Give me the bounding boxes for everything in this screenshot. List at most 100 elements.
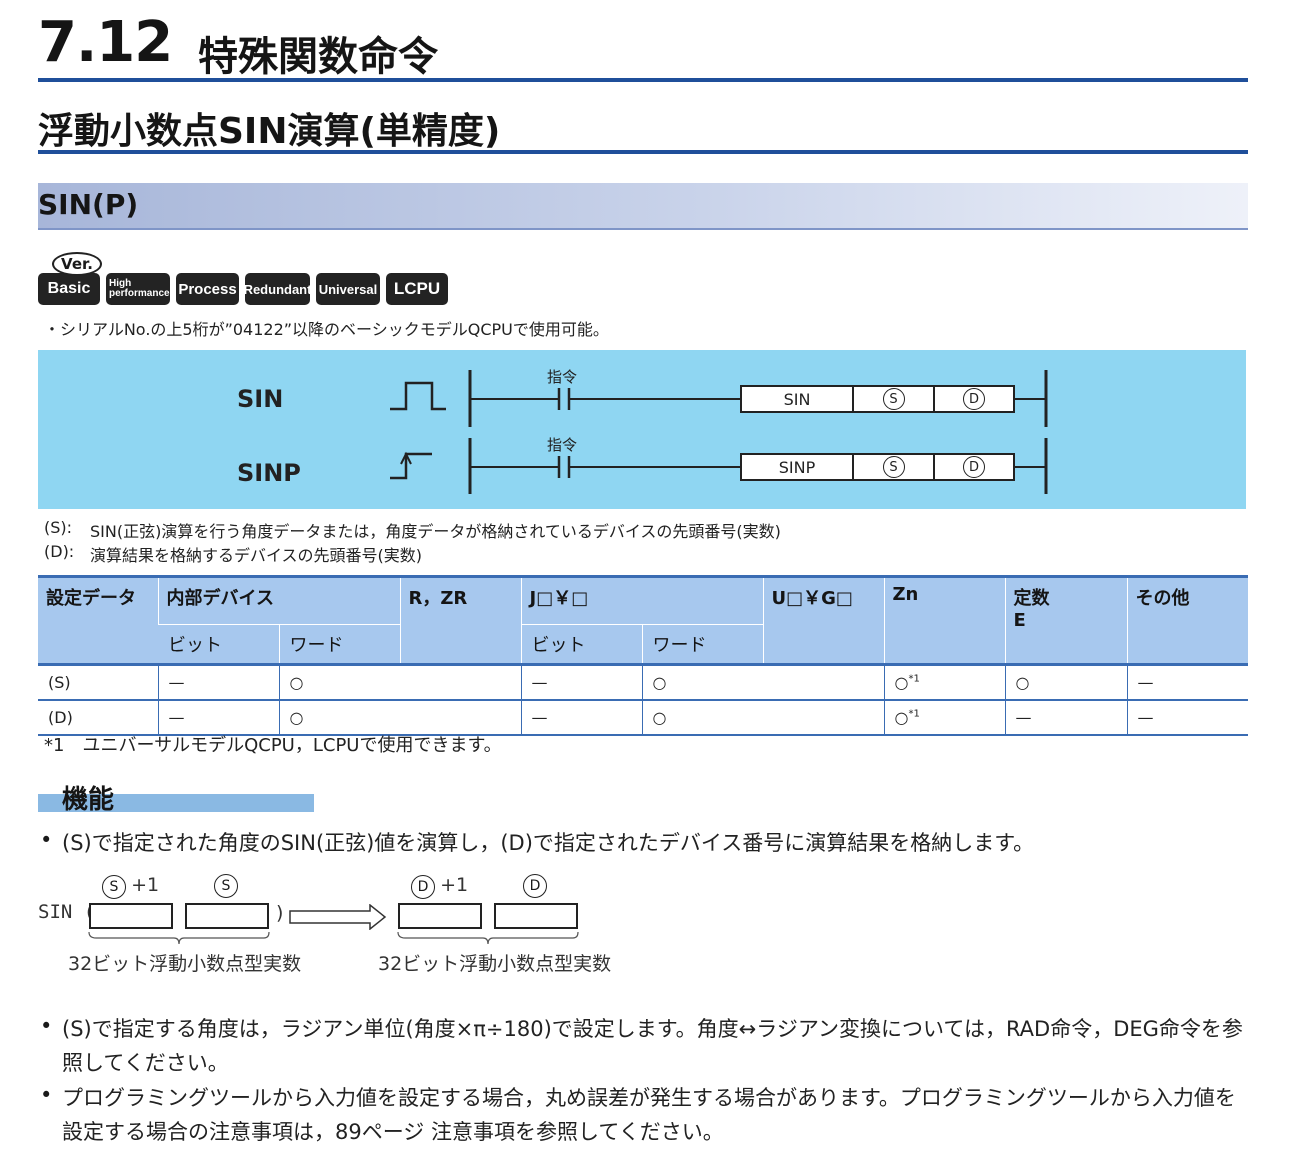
badge-high-performance: High performance [106, 273, 170, 305]
s-circle-icon: S [882, 388, 905, 410]
row-name: (D) [38, 699, 158, 736]
ladder-lines [390, 370, 1048, 494]
header-bit-j: ビット [520, 624, 642, 665]
source-caption: 32ビット浮動小数点型実数 [68, 953, 302, 975]
header-constant: 定数 E [1004, 576, 1127, 665]
cell: — [1004, 699, 1127, 736]
header-word-j: ワード [641, 624, 763, 665]
dest-low-word [494, 903, 578, 929]
cell: ○ [278, 699, 521, 736]
cell-zn: ○*1 [883, 663, 1005, 700]
arrow-right-icon [289, 904, 387, 930]
source-high-word [89, 903, 173, 929]
zn-footnote-mark: *1 [908, 673, 920, 685]
table-row: (S) — ○ — ○ ○*1 ○ — [38, 663, 1248, 700]
serial-note: ・シリアルNo.の上5桁が”04122”以降のベーシックモデルQCPUで使用可能… [44, 320, 609, 339]
cell: — [1126, 699, 1248, 736]
diagram-sin-label: SIN ( [38, 901, 96, 923]
bullet: • [40, 1014, 53, 1038]
cell: ○ [278, 663, 521, 700]
bullet: • [40, 1083, 53, 1107]
function-paragraph-1: (S)で指定された角度のSIN(正弦)値を演算し，(D)で指定されたデバイス番号… [62, 831, 1035, 855]
title-rule [38, 150, 1248, 154]
operand-d-key: (D): [44, 542, 75, 561]
chapter-title: 特殊関数命令 [198, 34, 438, 80]
mnemonic-bar [38, 183, 1248, 228]
source-low-word [185, 903, 269, 929]
source-plus1-label: S +1 [102, 874, 159, 899]
mnemonic-title: SIN(P) [38, 188, 139, 221]
operand-cell-d-2: D [933, 453, 1015, 481]
function-paragraph-2: (S)で指定する角度は，ラジアン単位(角度×π÷180)で設定します。角度↔ラジ… [62, 1017, 1243, 1075]
s-circle-icon: S [214, 874, 238, 898]
operand-cell-s-2: S [852, 453, 935, 481]
dest-plus1-label: D +1 [411, 874, 468, 899]
header-constant-line2: E [1013, 610, 1026, 631]
instr-cell-sin: SIN [740, 385, 854, 413]
mnemonic-bar-underline [38, 228, 1248, 230]
section-heading-function: 機能 [62, 785, 115, 815]
instr-cell-sinp: SINP [740, 453, 854, 481]
s-circle-icon: S [102, 875, 126, 899]
bullet: • [40, 828, 53, 852]
cell: — [520, 663, 642, 700]
chapter-number: 7.12 [38, 10, 173, 75]
zn-footnote-mark: *1 [908, 708, 920, 720]
plus1-text: +1 [440, 874, 469, 896]
ladder-diagram: SIN SINP 指令 指令 SIN S D SINP S D [38, 350, 1246, 509]
table-row: (D) — ○ — ○ ○*1 — — [38, 699, 1248, 736]
operand-cell-d: D [933, 385, 1015, 413]
d-circle-icon: D [523, 874, 547, 898]
header-internal-device: 内部デバイス [157, 576, 400, 625]
cell: — [520, 699, 642, 736]
d-circle-icon: D [963, 456, 985, 478]
cell-zn: ○*1 [883, 699, 1005, 736]
operand-s-key: (S): [44, 518, 73, 537]
instruction-title: 浮動小数点SIN演算(単精度) [38, 111, 501, 152]
execution-pulse-icon [390, 381, 446, 411]
operation-diagram: SIN ( ) S +1 S D +1 D 32ビット浮動小数点型実数 32ビッ… [38, 868, 638, 978]
chapter-rule [38, 78, 1248, 82]
operand-d-desc: 演算結果を格納するデバイスの先頭番号(実数) [90, 546, 423, 565]
contact-label-1: 指令 [547, 368, 578, 386]
d-circle-icon: D [411, 875, 435, 899]
header-ug: U□￥G□ [762, 576, 884, 665]
header-zn: Zn [883, 576, 1005, 665]
badge-lcpu: LCPU [386, 273, 448, 305]
cell: ○ [1004, 663, 1127, 700]
row-name: (S) [38, 663, 158, 700]
source-label: S [214, 874, 238, 898]
badge-basic: Basic [38, 273, 100, 305]
function-paragraph-3: プログラミングツールから入力値を設定する場合，丸め誤差が発生する場合があります。… [62, 1086, 1236, 1144]
cell: — [157, 699, 279, 736]
d-circle-icon: D [963, 388, 985, 410]
dest-high-word [398, 903, 482, 929]
header-r-zr: R，ZR [399, 576, 521, 665]
header-bit: ビット [158, 624, 279, 665]
brace-lines [88, 931, 579, 945]
cell: ○ [641, 663, 884, 700]
s-circle-icon: S [882, 456, 905, 478]
badge-redundant: Redundant [244, 273, 311, 305]
cell: ○ [641, 699, 884, 736]
operand-s-desc: SIN(正弦)演算を行う角度データまたは，角度データが格納されているデバイスの先… [90, 522, 781, 541]
cell: — [157, 663, 279, 700]
version-badge: Ver. [52, 252, 102, 276]
header-constant-line1: 定数 [1013, 588, 1050, 609]
header-other: その他 [1126, 576, 1248, 665]
dest-label: D [523, 874, 547, 898]
badge-universal: Universal [316, 273, 380, 305]
diagram-close-paren: ) [276, 902, 284, 924]
zn-value: ○ [894, 673, 909, 692]
badge-high-line2: performance [109, 288, 170, 299]
badge-process: Process [176, 273, 239, 305]
dest-caption: 32ビット浮動小数点型実数 [378, 953, 612, 975]
header-setting-data: 設定データ [38, 576, 158, 665]
header-word: ワード [278, 624, 400, 665]
header-j: J□￥□ [520, 576, 763, 625]
contact-label-2: 指令 [547, 436, 578, 454]
zn-value: ○ [894, 708, 909, 727]
rising-edge-icon [390, 452, 432, 480]
cell: — [1126, 663, 1248, 700]
footnote: *1 ユニバーサルモデルQCPU，LCPUで使用できます。 [44, 735, 502, 756]
